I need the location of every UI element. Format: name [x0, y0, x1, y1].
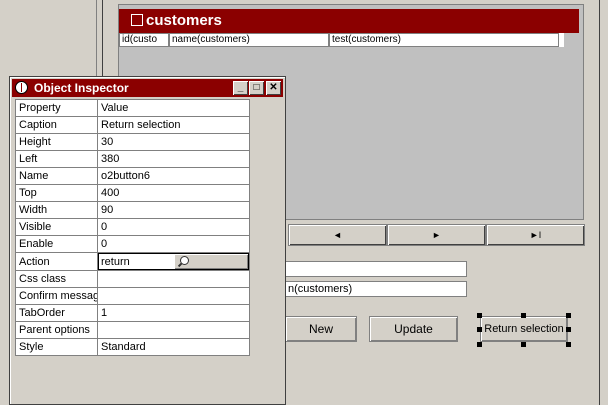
column-header-test[interactable]: test(customers)	[329, 33, 559, 47]
last-record-button[interactable]: ►I	[486, 224, 585, 246]
property-name: Action	[15, 252, 98, 271]
property-row[interactable]: Top 400	[15, 184, 250, 202]
close-button[interactable]: ✕	[266, 81, 281, 95]
arrow-right-icon: ►	[432, 230, 441, 240]
property-name: Style	[15, 338, 98, 356]
property-name: Caption	[15, 116, 98, 134]
property-value[interactable]: 90	[97, 201, 250, 219]
property-row[interactable]: Css class	[15, 270, 250, 288]
property-name: Enable	[15, 235, 98, 253]
property-value[interactable]	[97, 321, 250, 339]
next-record-button[interactable]: ►	[387, 224, 486, 246]
property-row[interactable]: Enable 0	[15, 235, 250, 253]
checkbox-icon[interactable]	[131, 14, 143, 26]
property-name: Visible	[15, 218, 98, 236]
grid-title: customers	[146, 12, 222, 29]
name-field[interactable]: n(customers)	[285, 281, 467, 297]
action-value[interactable]: return	[99, 256, 174, 268]
property-grid: Property Value Caption Return selection …	[15, 99, 250, 356]
property-name: Css class	[15, 270, 98, 288]
property-value[interactable]: Return selection	[97, 116, 250, 134]
property-value[interactable]	[97, 287, 250, 305]
property-name: Top	[15, 184, 98, 202]
grid-navigator: ◄ ► ►I	[288, 224, 585, 246]
update-button[interactable]: Update	[369, 316, 458, 342]
id-field[interactable]	[285, 261, 467, 277]
property-value-editor[interactable]: return	[97, 252, 250, 271]
minimize-button[interactable]: _	[233, 81, 248, 95]
property-value[interactable]: 0	[97, 235, 250, 253]
property-value[interactable]: Standard	[97, 338, 250, 356]
new-button[interactable]: New	[285, 316, 357, 342]
property-grid-header: Property Value	[15, 99, 250, 117]
property-name: Left	[15, 150, 98, 168]
property-row[interactable]: TabOrder 1	[15, 304, 250, 322]
property-row[interactable]: Confirm message	[15, 287, 250, 305]
resize-handle-tl[interactable]	[477, 313, 482, 318]
resize-handle-t[interactable]	[521, 313, 526, 318]
property-row[interactable]: Caption Return selection	[15, 116, 250, 134]
maximize-button[interactable]: □	[249, 81, 264, 95]
property-name: Width	[15, 201, 98, 219]
property-name: TabOrder	[15, 304, 98, 322]
return-selection-button[interactable]: Return selection	[480, 316, 568, 342]
column-header-name[interactable]: name(customers)	[169, 33, 329, 47]
property-name: Height	[15, 133, 98, 151]
property-value[interactable]: 30	[97, 133, 250, 151]
resize-handle-l[interactable]	[477, 327, 482, 332]
inspector-title: Object Inspector	[34, 81, 129, 95]
value-column-header: Value	[97, 99, 250, 117]
property-value[interactable]: o2button6	[97, 167, 250, 185]
property-name: Confirm message	[15, 287, 98, 305]
app-icon	[15, 81, 28, 94]
property-column-header: Property	[15, 99, 98, 117]
object-inspector-window: Object Inspector _ □ ✕ Property Value Ca…	[9, 76, 286, 405]
resize-handle-tr[interactable]	[566, 313, 571, 318]
property-row[interactable]: Parent options	[15, 321, 250, 339]
arrow-left-icon: ◄	[333, 230, 342, 240]
resize-handle-bl[interactable]	[477, 342, 482, 347]
property-value[interactable]: 1	[97, 304, 250, 322]
property-row[interactable]: Style Standard	[15, 338, 250, 356]
property-value[interactable]	[97, 270, 250, 288]
property-row[interactable]: Height 30	[15, 133, 250, 151]
property-row[interactable]: Width 90	[15, 201, 250, 219]
property-value[interactable]: 0	[97, 218, 250, 236]
prev-record-button[interactable]: ◄	[288, 224, 387, 246]
resize-handle-b[interactable]	[521, 342, 526, 347]
grid-column-headers: id(custo name(customers) test(customers)	[119, 33, 564, 47]
property-value[interactable]: 400	[97, 184, 250, 202]
column-header-id[interactable]: id(custo	[119, 33, 169, 47]
inspector-title-bar[interactable]: Object Inspector _ □ ✕	[12, 79, 283, 97]
resize-handle-r[interactable]	[566, 327, 571, 332]
action-editor[interactable]: return	[98, 253, 249, 270]
property-row[interactable]: Name o2button6	[15, 167, 250, 185]
property-name: Name	[15, 167, 98, 185]
property-row[interactable]: Visible 0	[15, 218, 250, 236]
property-value[interactable]: 380	[97, 150, 250, 168]
resize-handle-br[interactable]	[566, 342, 571, 347]
arrow-last-icon: ►I	[529, 230, 542, 240]
property-row-action[interactable]: Action return	[15, 252, 250, 271]
magnifier-icon[interactable]	[173, 254, 248, 269]
property-row[interactable]: Left 380	[15, 150, 250, 168]
property-name: Parent options	[15, 321, 98, 339]
grid-title-bar: customers	[119, 9, 579, 33]
